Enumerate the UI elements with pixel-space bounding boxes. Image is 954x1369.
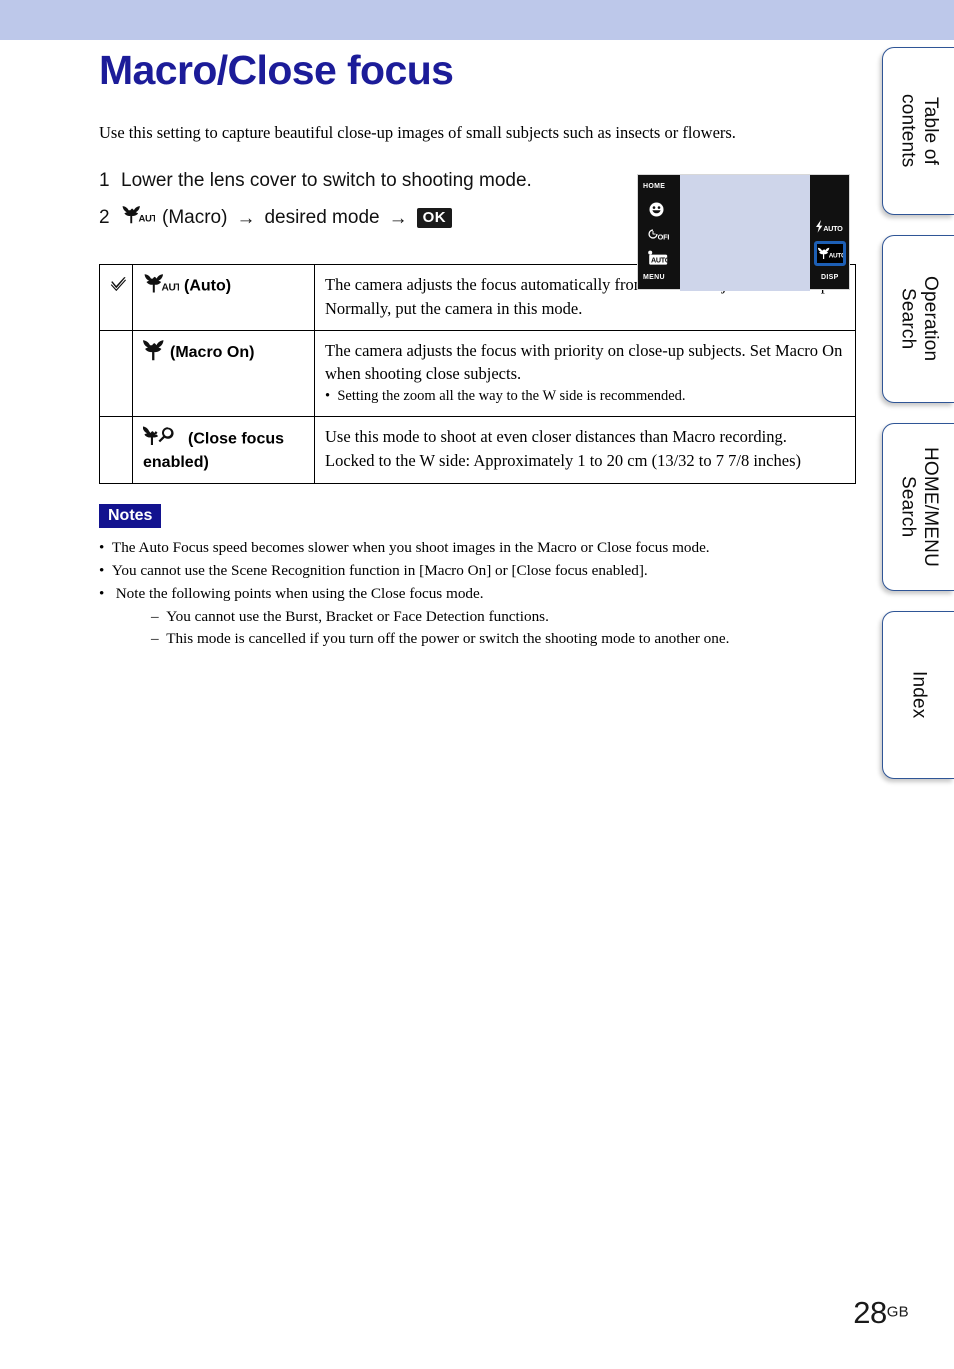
self-timer-icon[interactable]: OFF (647, 228, 673, 245)
desc-bullet-text: Setting the zoom all the way to the W si… (337, 387, 686, 404)
step-2-number: 2 (99, 207, 110, 229)
macro-auto-icon: AUTO (817, 247, 843, 260)
sidebar-item-operation-search[interactable]: Operation Search (882, 235, 954, 403)
notes-list: The Auto Focus speed becomes slower when… (99, 537, 855, 651)
top-decorative-band (0, 0, 954, 40)
smile-detection-icon[interactable] (649, 202, 664, 221)
mode-label-auto: (Auto) (184, 277, 232, 295)
macro-auto-icon: AUTO (121, 205, 164, 231)
mode-cell-close-focus: (Close focus enabled) (132, 416, 315, 484)
default-check-cell (99, 330, 133, 418)
step-2-desired-mode: desired mode (264, 207, 380, 229)
note-text: Note the following points when using the… (115, 584, 484, 602)
sidebar-item-index[interactable]: Index (882, 611, 954, 779)
svg-text:AUTO: AUTO (823, 224, 843, 233)
mode-label-macro-on: (Macro On) (170, 343, 255, 361)
table-row: (Macro On) The camera adjusts the focus … (99, 330, 856, 418)
step-1-number: 1 (99, 170, 110, 192)
intro-paragraph: Use this setting to capture beautiful cl… (99, 122, 736, 142)
note-text: You cannot use the Scene Recognition fun… (111, 561, 648, 579)
sidebar-item-table-of-contents[interactable]: Table of contents (882, 47, 954, 215)
sidebar-item-label: Table of contents (897, 94, 941, 168)
desc-text: The camera adjusts the focus with priori… (325, 341, 843, 384)
notes-badge: Notes (99, 503, 162, 529)
note-text: The Auto Focus speed becomes slower when… (111, 539, 710, 557)
close-focus-icon (142, 425, 183, 453)
page-region-code: GB (886, 1303, 909, 1321)
page-title: Macro/Close focus (99, 47, 454, 93)
desc-text: Use this mode to shoot at even closer di… (325, 427, 787, 447)
notes-sublist: You cannot use the Burst, Bracket or Fac… (117, 606, 855, 652)
macro-auto-icon: AUTO (143, 273, 189, 299)
svg-text:AUTO: AUTO (651, 256, 671, 265)
sub-note-text: This mode is cancelled if you turn off t… (166, 630, 730, 648)
sidebar-item-home-menu-search[interactable]: HOME/MENU Search (882, 423, 954, 591)
screen-menu-label[interactable]: MENU (643, 274, 665, 281)
list-item: Note the following points when using the… (99, 583, 855, 651)
notes-section: Notes The Auto Focus speed becomes slowe… (99, 503, 855, 652)
list-item: You cannot use the Scene Recognition fun… (99, 560, 855, 583)
desc-bullet: • Setting the zoom all the way to the W … (325, 387, 686, 404)
viewfinder-area (680, 175, 810, 291)
mode-cell-auto: AUTO (Auto) (132, 264, 315, 332)
desc-text-2: Locked to the W side: Approximately 1 to… (325, 450, 801, 470)
desc-cell-close-focus: Use this mode to shoot at even closer di… (314, 416, 856, 484)
flash-auto-icon[interactable]: AUTO (815, 220, 847, 237)
ok-button-icon[interactable]: OK (416, 208, 453, 229)
list-item: The Auto Focus speed becomes slower when… (99, 537, 855, 560)
svg-text:AUTO: AUTO (162, 283, 180, 294)
sub-note-text: You cannot use the Burst, Bracket or Fac… (166, 607, 549, 625)
macro-mode-table: AUTO (Auto) The camera adjusts the focus… (99, 264, 856, 484)
macro-auto-selected-button[interactable]: AUTO (814, 241, 846, 266)
list-item: You cannot use the Burst, Bracket or Fac… (133, 606, 855, 629)
page-footer: 28GB (853, 1295, 909, 1331)
default-check-cell (99, 416, 133, 484)
sidebar-item-label: HOME/MENU Search (897, 446, 941, 568)
sidebar-item-label: Index (908, 671, 930, 719)
checkmark-icon (110, 277, 127, 292)
arrow-right-icon-2: → (388, 207, 408, 229)
screen-disp-label[interactable]: DISP (821, 274, 839, 281)
camera-screen-illustration: HOME OFF AUTO MENU (637, 174, 850, 291)
default-check-cell (99, 264, 133, 332)
list-item: This mode is cancelled if you turn off t… (133, 628, 855, 651)
arrow-right-icon-1: → (236, 207, 256, 229)
macro-on-icon (143, 339, 165, 366)
svg-text:AUTO: AUTO (139, 214, 156, 225)
burst-mode-icon[interactable]: AUTO (647, 250, 671, 270)
page-number: 28 (853, 1295, 887, 1330)
desc-cell-macro-on: The camera adjusts the focus with priori… (314, 330, 856, 418)
step-1-text: Lower the lens cover to switch to shooti… (121, 170, 532, 192)
step-2-macro-label: (Macro) (162, 207, 228, 229)
screen-home-label[interactable]: HOME (643, 183, 665, 190)
sidebar-item-label: Operation Search (897, 276, 941, 362)
table-row: (Close focus enabled) Use this mode to s… (99, 416, 856, 484)
mode-cell-macro-on: (Macro On) (132, 330, 315, 418)
svg-text:OFF: OFF (658, 232, 669, 241)
svg-text:AUTO: AUTO (829, 253, 843, 260)
page-content: Macro/Close focus Use this setting to ca… (99, 40, 856, 652)
side-navigation-tabs: Table of contents Operation Search HOME/… (882, 47, 954, 799)
